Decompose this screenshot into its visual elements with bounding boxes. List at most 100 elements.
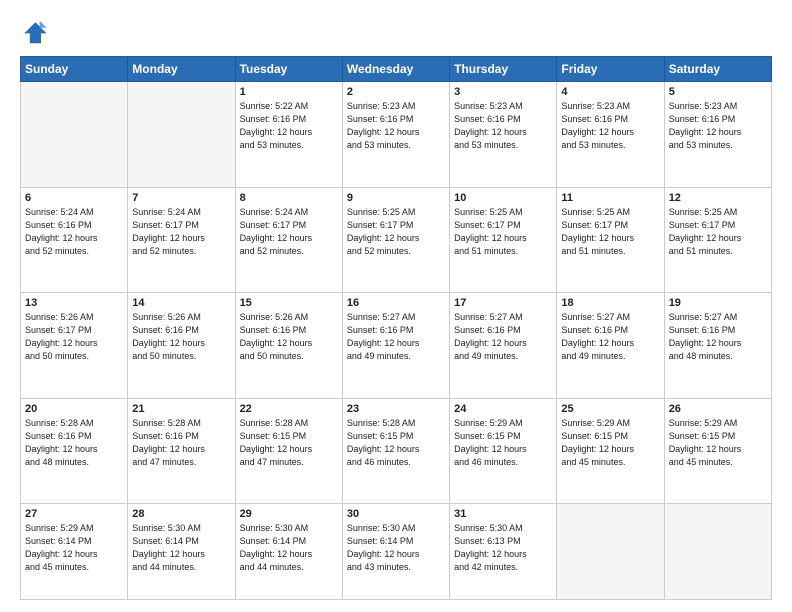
weekday-header-row: SundayMondayTuesdayWednesdayThursdayFrid… <box>21 57 772 82</box>
calendar-cell: 30 Sunrise: 5:30 AM Sunset: 6:14 PM Dayli… <box>342 504 449 600</box>
day-info: Sunrise: 5:29 AM Sunset: 6:15 PM Dayligh… <box>669 417 767 469</box>
day-number: 27 <box>25 508 123 520</box>
calendar-cell: 17 Sunrise: 5:27 AM Sunset: 6:16 PM Dayli… <box>450 293 557 399</box>
day-number: 9 <box>347 192 445 204</box>
day-number: 7 <box>132 192 230 204</box>
day-number: 15 <box>240 297 338 309</box>
day-info: Sunrise: 5:23 AM Sunset: 6:16 PM Dayligh… <box>669 100 767 152</box>
calendar-cell <box>21 82 128 188</box>
day-number: 4 <box>561 86 659 98</box>
calendar-cell: 10 Sunrise: 5:25 AM Sunset: 6:17 PM Dayli… <box>450 187 557 293</box>
day-number: 24 <box>454 403 552 415</box>
day-number: 8 <box>240 192 338 204</box>
day-info: Sunrise: 5:25 AM Sunset: 6:17 PM Dayligh… <box>561 206 659 258</box>
calendar-cell: 16Sunrise: 5:27 AM Sunset: 6:16 PM Dayli… <box>342 293 449 399</box>
day-number: 12 <box>669 192 767 204</box>
day-number: 1 <box>240 86 338 98</box>
calendar-cell: 6 Sunrise: 5:24 AM Sunset: 6:16 PM Daylig… <box>21 187 128 293</box>
day-number: 30 <box>347 508 445 520</box>
page: SundayMondayTuesdayWednesdayThursdayFrid… <box>0 0 792 612</box>
calendar-table: SundayMondayTuesdayWednesdayThursdayFrid… <box>20 56 772 600</box>
day-info: Sunrise: 5:27 AM Sunset: 6:16 PM Dayligh… <box>561 311 659 363</box>
logo <box>20 18 52 46</box>
calendar-cell: 18 Sunrise: 5:27 AM Sunset: 6:16 PM Dayli… <box>557 293 664 399</box>
day-info: Sunrise: 5:25 AM Sunset: 6:17 PM Dayligh… <box>669 206 767 258</box>
day-info: Sunrise: 5:30 AM Sunset: 6:14 PM Dayligh… <box>132 522 230 574</box>
calendar-cell <box>557 504 664 600</box>
calendar-cell <box>128 82 235 188</box>
header <box>20 18 772 46</box>
day-info: Sunrise: 5:24 AM Sunset: 6:16 PM Dayligh… <box>25 206 123 258</box>
calendar-cell: 29 Sunrise: 5:30 AM Sunset: 6:14 PM Dayli… <box>235 504 342 600</box>
day-number: 18 <box>561 297 659 309</box>
calendar-cell: 2 Sunrise: 5:23 AM Sunset: 6:16 PM Daylig… <box>342 82 449 188</box>
day-info: Sunrise: 5:29 AM Sunset: 6:15 PM Dayligh… <box>561 417 659 469</box>
weekday-header-thursday: Thursday <box>450 57 557 82</box>
calendar-cell: 27 Sunrise: 5:29 AM Sunset: 6:14 PM Dayli… <box>21 504 128 600</box>
day-info: Sunrise: 5:30 AM Sunset: 6:14 PM Dayligh… <box>240 522 338 574</box>
calendar-week-3: 13 Sunrise: 5:26 AM Sunset: 6:17 PM Dayli… <box>21 293 772 399</box>
calendar-cell: 26 Sunrise: 5:29 AM Sunset: 6:15 PM Dayli… <box>664 398 771 504</box>
calendar-cell: 5 Sunrise: 5:23 AM Sunset: 6:16 PM Daylig… <box>664 82 771 188</box>
logo-icon <box>20 18 48 46</box>
calendar-cell: 11 Sunrise: 5:25 AM Sunset: 6:17 PM Dayli… <box>557 187 664 293</box>
calendar-cell: 24 Sunrise: 5:29 AM Sunset: 6:15 PM Dayli… <box>450 398 557 504</box>
calendar-header: SundayMondayTuesdayWednesdayThursdayFrid… <box>21 57 772 82</box>
calendar-cell: 15 Sunrise: 5:26 AM Sunset: 6:16 PM Dayli… <box>235 293 342 399</box>
day-number: 20 <box>25 403 123 415</box>
day-number: 16 <box>347 297 445 309</box>
calendar-cell: 1Sunrise: 5:22 AM Sunset: 6:16 PM Daylig… <box>235 82 342 188</box>
day-info: Sunrise: 5:25 AM Sunset: 6:17 PM Dayligh… <box>347 206 445 258</box>
calendar-cell: 21Sunrise: 5:28 AM Sunset: 6:16 PM Dayli… <box>128 398 235 504</box>
day-info: Sunrise: 5:24 AM Sunset: 6:17 PM Dayligh… <box>132 206 230 258</box>
day-number: 6 <box>25 192 123 204</box>
calendar-week-2: 6 Sunrise: 5:24 AM Sunset: 6:16 PM Daylig… <box>21 187 772 293</box>
calendar-cell: 25 Sunrise: 5:29 AM Sunset: 6:15 PM Dayli… <box>557 398 664 504</box>
calendar-week-4: 20Sunrise: 5:28 AM Sunset: 6:16 PM Dayli… <box>21 398 772 504</box>
day-number: 29 <box>240 508 338 520</box>
calendar-cell: 23Sunrise: 5:28 AM Sunset: 6:15 PM Dayli… <box>342 398 449 504</box>
calendar-cell: 22Sunrise: 5:28 AM Sunset: 6:15 PM Dayli… <box>235 398 342 504</box>
calendar-cell: 13 Sunrise: 5:26 AM Sunset: 6:17 PM Dayli… <box>21 293 128 399</box>
day-number: 21 <box>132 403 230 415</box>
weekday-header-saturday: Saturday <box>664 57 771 82</box>
day-info: Sunrise: 5:30 AM Sunset: 6:13 PM Dayligh… <box>454 522 552 574</box>
calendar-cell: 31 Sunrise: 5:30 AM Sunset: 6:13 PM Dayli… <box>450 504 557 600</box>
calendar-cell: 3Sunrise: 5:23 AM Sunset: 6:16 PM Daylig… <box>450 82 557 188</box>
calendar-cell: 9 Sunrise: 5:25 AM Sunset: 6:17 PM Daylig… <box>342 187 449 293</box>
calendar-week-1: 1Sunrise: 5:22 AM Sunset: 6:16 PM Daylig… <box>21 82 772 188</box>
day-number: 17 <box>454 297 552 309</box>
day-info: Sunrise: 5:26 AM Sunset: 6:16 PM Dayligh… <box>132 311 230 363</box>
day-number: 14 <box>132 297 230 309</box>
day-info: Sunrise: 5:28 AM Sunset: 6:15 PM Dayligh… <box>347 417 445 469</box>
day-info: Sunrise: 5:27 AM Sunset: 6:16 PM Dayligh… <box>454 311 552 363</box>
calendar-cell: 4 Sunrise: 5:23 AM Sunset: 6:16 PM Daylig… <box>557 82 664 188</box>
day-info: Sunrise: 5:30 AM Sunset: 6:14 PM Dayligh… <box>347 522 445 574</box>
day-info: Sunrise: 5:26 AM Sunset: 6:16 PM Dayligh… <box>240 311 338 363</box>
day-number: 22 <box>240 403 338 415</box>
day-info: Sunrise: 5:27 AM Sunset: 6:16 PM Dayligh… <box>669 311 767 363</box>
calendar-cell: 14 Sunrise: 5:26 AM Sunset: 6:16 PM Dayli… <box>128 293 235 399</box>
day-info: Sunrise: 5:23 AM Sunset: 6:16 PM Dayligh… <box>561 100 659 152</box>
day-number: 26 <box>669 403 767 415</box>
day-number: 19 <box>669 297 767 309</box>
day-number: 5 <box>669 86 767 98</box>
weekday-header-tuesday: Tuesday <box>235 57 342 82</box>
day-number: 2 <box>347 86 445 98</box>
day-number: 13 <box>25 297 123 309</box>
day-info: Sunrise: 5:29 AM Sunset: 6:14 PM Dayligh… <box>25 522 123 574</box>
calendar-cell: 19 Sunrise: 5:27 AM Sunset: 6:16 PM Dayli… <box>664 293 771 399</box>
calendar-cell: 12 Sunrise: 5:25 AM Sunset: 6:17 PM Dayli… <box>664 187 771 293</box>
day-info: Sunrise: 5:29 AM Sunset: 6:15 PM Dayligh… <box>454 417 552 469</box>
day-number: 31 <box>454 508 552 520</box>
weekday-header-friday: Friday <box>557 57 664 82</box>
day-number: 25 <box>561 403 659 415</box>
weekday-header-wednesday: Wednesday <box>342 57 449 82</box>
day-info: Sunrise: 5:23 AM Sunset: 6:16 PM Dayligh… <box>347 100 445 152</box>
day-number: 10 <box>454 192 552 204</box>
day-number: 11 <box>561 192 659 204</box>
calendar-body: 1Sunrise: 5:22 AM Sunset: 6:16 PM Daylig… <box>21 82 772 600</box>
calendar-cell: 8Sunrise: 5:24 AM Sunset: 6:17 PM Daylig… <box>235 187 342 293</box>
day-info: Sunrise: 5:26 AM Sunset: 6:17 PM Dayligh… <box>25 311 123 363</box>
day-info: Sunrise: 5:25 AM Sunset: 6:17 PM Dayligh… <box>454 206 552 258</box>
